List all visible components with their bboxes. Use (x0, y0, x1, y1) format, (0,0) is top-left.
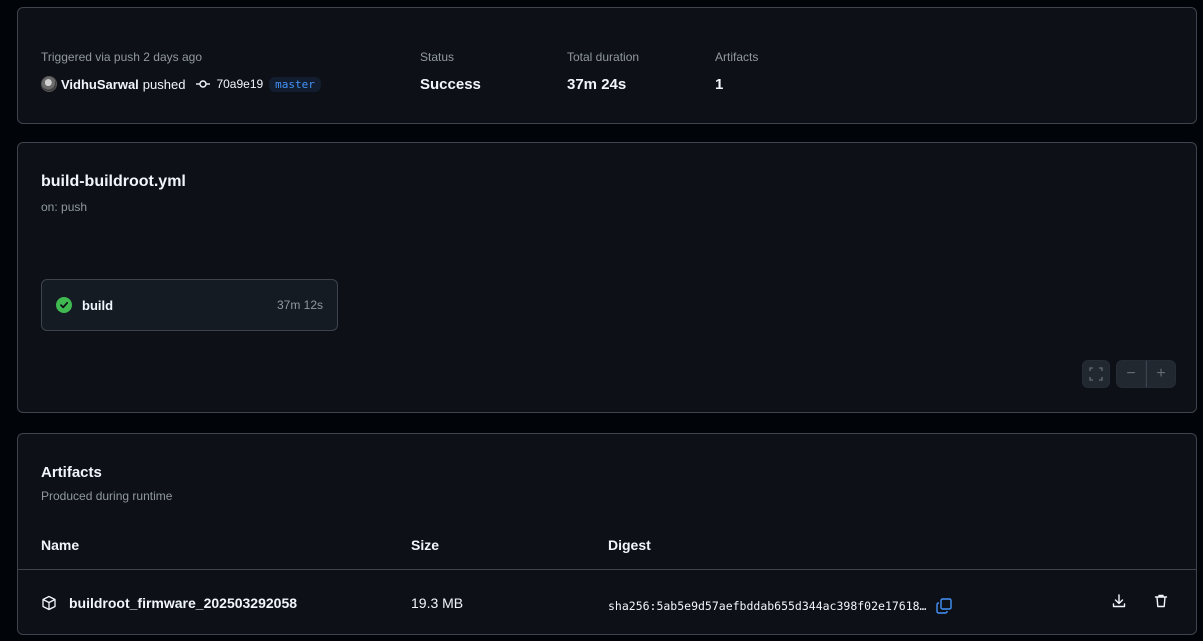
fullscreen-icon (1089, 367, 1103, 381)
workflow-trigger: on: push (41, 200, 88, 214)
job-name: build (82, 297, 114, 313)
artifact-name-link[interactable]: buildroot_firmware_202503292058 (41, 595, 297, 611)
zoom-out-button[interactable]: − (1116, 360, 1146, 388)
duration-value: 37m 24s (567, 76, 627, 93)
zoom-in-button[interactable]: + (1146, 360, 1176, 388)
trigger-details: VidhuSarwal pushed 70a9e19 master (41, 76, 321, 92)
trash-icon[interactable] (1153, 593, 1169, 609)
package-icon (42, 595, 56, 611)
artifacts-card: Artifacts Produced during runtime Name S… (17, 433, 1197, 635)
artifact-size: 19.3 MB (411, 595, 464, 611)
push-action-text: pushed (142, 76, 186, 92)
artifacts-subtitle: Produced during runtime (41, 489, 173, 503)
artifacts-count-label: Artifacts (715, 50, 759, 64)
artifact-digest: sha256:5ab5e9d57aefbddab655d344ac398f02e… (608, 599, 927, 613)
artifact-name: buildroot_firmware_202503292058 (69, 595, 298, 611)
git-commit-icon (195, 76, 211, 92)
workflow-file-name: build-buildroot.yml (41, 173, 186, 190)
zoom-button-group: − + (1116, 360, 1176, 388)
job-build[interactable]: build 37m 12s (41, 279, 338, 331)
column-header-digest: Digest (608, 537, 651, 553)
download-icon[interactable] (1111, 593, 1127, 609)
fullscreen-button[interactable] (1082, 360, 1110, 388)
row-divider (18, 569, 1196, 570)
status-value: Success (420, 76, 481, 93)
artifacts-count-value[interactable]: 1 (715, 76, 723, 93)
branch-badge[interactable]: master (269, 76, 321, 92)
commit-sha-link[interactable]: 70a9e19 (216, 77, 263, 91)
column-header-name: Name (41, 537, 80, 553)
workflow-graph-card: build-buildroot.yml on: push build 37m 1… (17, 142, 1197, 413)
copy-icon[interactable] (935, 597, 953, 615)
avatar[interactable] (41, 76, 57, 92)
job-duration: 37m 12s (276, 298, 323, 312)
graph-zoom-controls: − + (1082, 360, 1176, 388)
artifacts-title: Artifacts (41, 464, 102, 481)
success-check-icon (56, 297, 72, 313)
trigger-label: Triggered via push 2 days ago (41, 50, 202, 64)
status-label: Status (420, 50, 455, 64)
duration-label: Total duration (567, 50, 640, 64)
user-link[interactable]: VidhuSarwal (61, 77, 139, 92)
column-header-size: Size (411, 537, 440, 553)
artifact-digest-cell: sha256:5ab5e9d57aefbddab655d344ac398f02e… (608, 597, 953, 615)
run-summary-card: Triggered via push 2 days ago VidhuSarwa… (17, 7, 1197, 124)
